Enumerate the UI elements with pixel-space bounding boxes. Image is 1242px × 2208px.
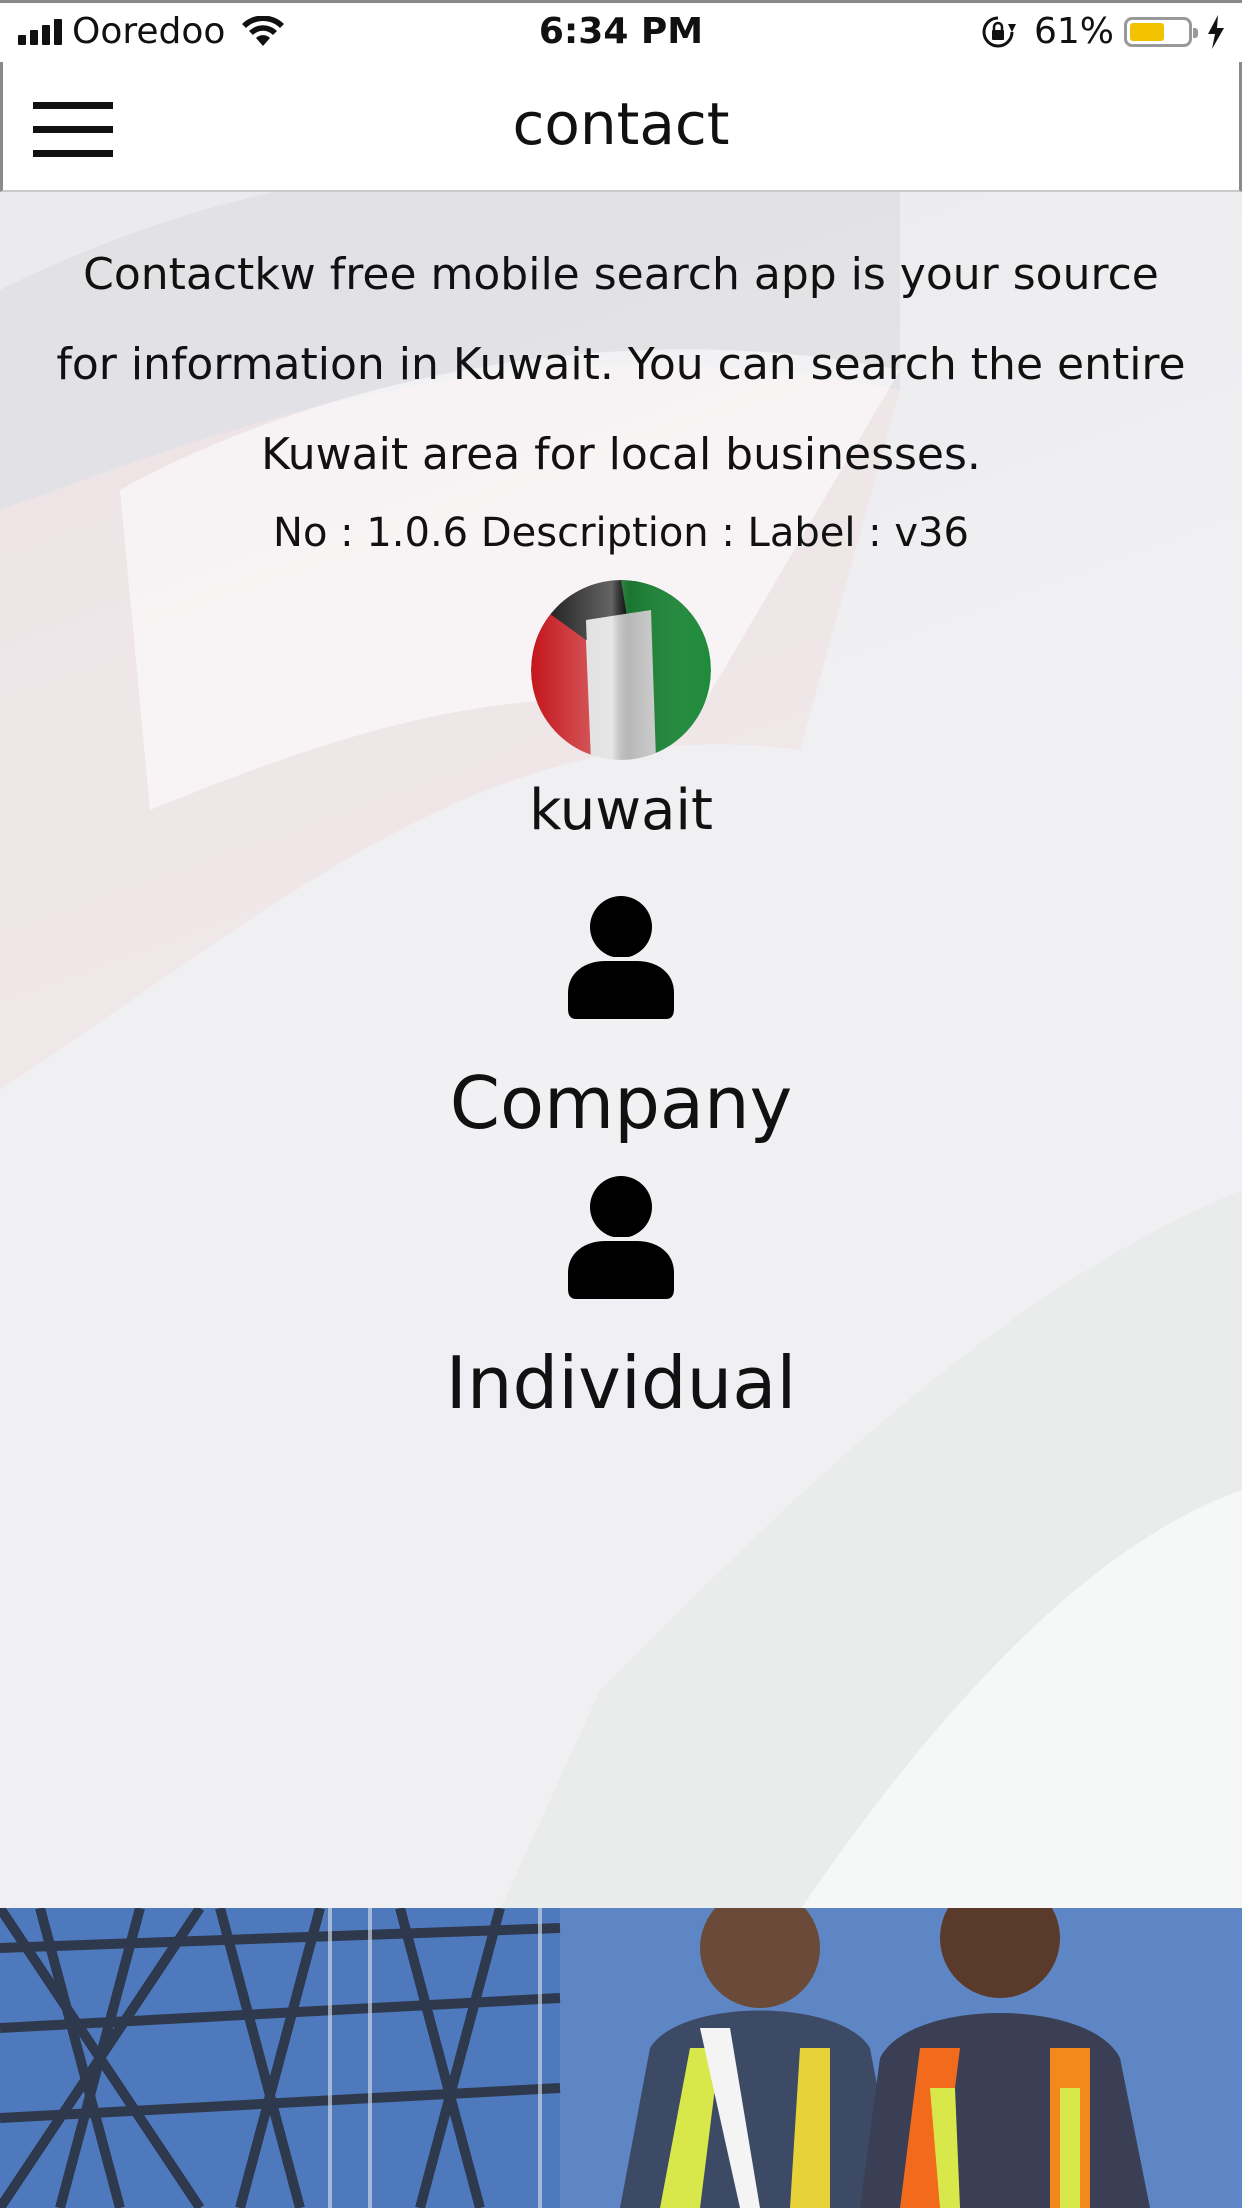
individual-label: Individual <box>445 1341 797 1425</box>
version-info: No : 1.0.6 Description : Label : v36 <box>273 510 969 556</box>
company-option[interactable]: Company <box>0 893 1242 1145</box>
person-icon <box>566 896 676 1021</box>
battery-level <box>1130 22 1164 41</box>
app-description: Contactkw free mobile search app is your… <box>56 249 1186 480</box>
kuwait-flag-icon <box>531 580 711 760</box>
orientation-lock-icon <box>982 16 1016 47</box>
country-label: kuwait <box>529 778 713 843</box>
country-selector[interactable]: kuwait <box>0 580 1242 843</box>
main-content: Contactkw free mobile search app is your… <box>0 192 1242 1425</box>
status-bar: Ooredoo 6:34 PM 61% <box>0 0 1242 62</box>
workers-banner-image <box>0 1908 1242 2208</box>
page-title: contact <box>512 90 730 158</box>
charging-bolt-icon <box>1208 14 1224 49</box>
battery-percent: 61% <box>1033 11 1114 52</box>
person-icon <box>566 1176 676 1301</box>
company-label: Company <box>449 1061 793 1145</box>
nav-bar: contact <box>0 62 1242 192</box>
battery-icon <box>1124 16 1198 47</box>
contact-screen: Ooredoo 6:34 PM 61% contact Contactkw fr… <box>0 0 1242 2208</box>
battery-nub <box>1193 27 1198 38</box>
status-right: 61% <box>980 11 1226 52</box>
individual-option[interactable]: Individual <box>0 1173 1242 1425</box>
